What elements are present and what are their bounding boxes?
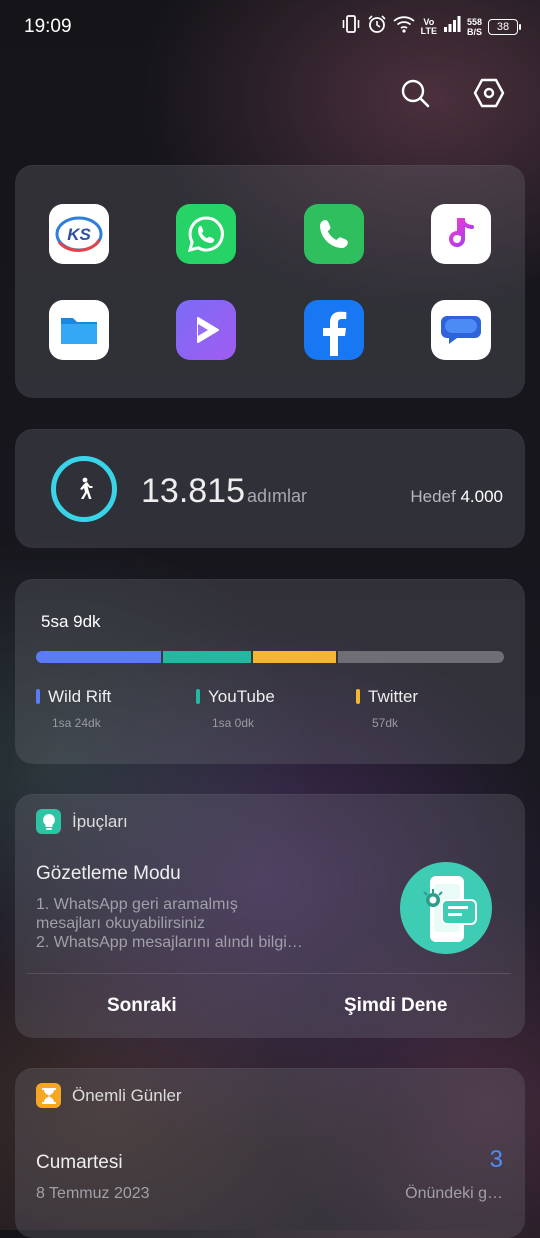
legend-item-twitter: Twitter 57dk — [356, 687, 418, 730]
important-days-widget[interactable]: Önemli Günler Cumartesi 8 Temmuz 2023 3 … — [15, 1068, 525, 1238]
files-icon[interactable] — [49, 300, 109, 360]
tip-illustration — [400, 862, 492, 954]
screen-time-segment — [252, 651, 336, 663]
clock: 19:09 — [24, 16, 72, 37]
step-goal: Hedef 4.000 — [410, 487, 503, 506]
legend-color-mark — [36, 689, 40, 704]
video-player-icon[interactable] — [176, 300, 236, 360]
event-date: 8 Temmuz 2023 — [36, 1185, 150, 1202]
status-icons: Vo LTE 558 B/S 38 — [341, 14, 521, 39]
step-unit: adımlar — [247, 486, 308, 506]
event-day-name: Cumartesi — [36, 1152, 123, 1173]
wifi-icon — [393, 15, 415, 38]
legend-color-mark — [356, 689, 360, 704]
step-count: 13.815 — [141, 472, 245, 510]
legend-item-wild-rift: Wild Rift 1sa 24dk — [36, 687, 111, 730]
walking-icon — [80, 477, 93, 499]
step-goal-value: 4.000 — [460, 487, 503, 506]
app-shortcuts-widget: KS — [15, 165, 525, 398]
screen-time-widget[interactable]: 5sa 9dk Wild Rift 1sa 24dk YouTube 1sa 0… — [15, 579, 525, 764]
top-actions — [398, 76, 506, 110]
vibrate-icon — [341, 15, 361, 38]
legend-item-youtube: YouTube 1sa 0dk — [196, 687, 275, 730]
whatsapp-icon[interactable] — [176, 204, 236, 264]
legend-time: 1sa 24dk — [52, 716, 101, 730]
network-speed: 558 B/S — [466, 16, 482, 37]
status-bar: 19:09 Vo LTE 558 B/S 38 — [0, 0, 540, 54]
step-progress-ring — [51, 456, 117, 522]
legend-time: 1sa 0dk — [212, 716, 255, 730]
days-remaining-count: 3 — [489, 1146, 503, 1173]
search-icon[interactable] — [398, 76, 432, 110]
battery-icon: 38 — [488, 18, 521, 35]
hourglass-icon — [36, 1083, 61, 1108]
facebook-icon[interactable] — [304, 300, 364, 360]
messages-icon[interactable] — [431, 300, 491, 360]
try-now-button[interactable]: Şimdi Dene — [344, 995, 447, 1017]
signal-icon — [443, 15, 461, 38]
important-days-header: Önemli Günler — [72, 1086, 182, 1105]
lightbulb-icon — [36, 809, 61, 834]
alarm-icon — [367, 14, 387, 39]
ks-logo-text: KS — [67, 225, 91, 244]
divider — [27, 973, 511, 974]
tip-title: Gözetleme Modu — [36, 863, 181, 884]
tip-body: 1. WhatsApp geri aramalmış mesajları oku… — [36, 896, 303, 951]
next-tip-button[interactable]: Sonraki — [107, 995, 177, 1017]
screen-time-segment — [337, 651, 504, 663]
step-counter-widget[interactable]: 13.815 adımlar Hedef 4.000 — [15, 429, 525, 548]
days-remaining-label: Önündeki g… — [405, 1185, 503, 1202]
screen-time-segment — [36, 651, 161, 663]
phone-icon[interactable] — [304, 204, 364, 264]
screen-time-bar — [36, 651, 504, 663]
volte-indicator: Vo LTE — [420, 16, 437, 36]
battery-level: 38 — [496, 20, 510, 33]
tips-widget: İpuçları Gözetleme Modu 1. WhatsApp geri… — [15, 794, 525, 1038]
screen-time-segment — [162, 651, 251, 663]
tips-header: İpuçları — [72, 812, 128, 831]
legend-time: 57dk — [372, 716, 399, 730]
settings-hexagon-icon[interactable] — [472, 76, 506, 110]
screen-time-total: 5sa 9dk — [41, 612, 101, 631]
music-icon[interactable] — [431, 204, 491, 264]
legend-color-mark — [196, 689, 200, 704]
ks-app-icon[interactable]: KS — [49, 204, 109, 264]
